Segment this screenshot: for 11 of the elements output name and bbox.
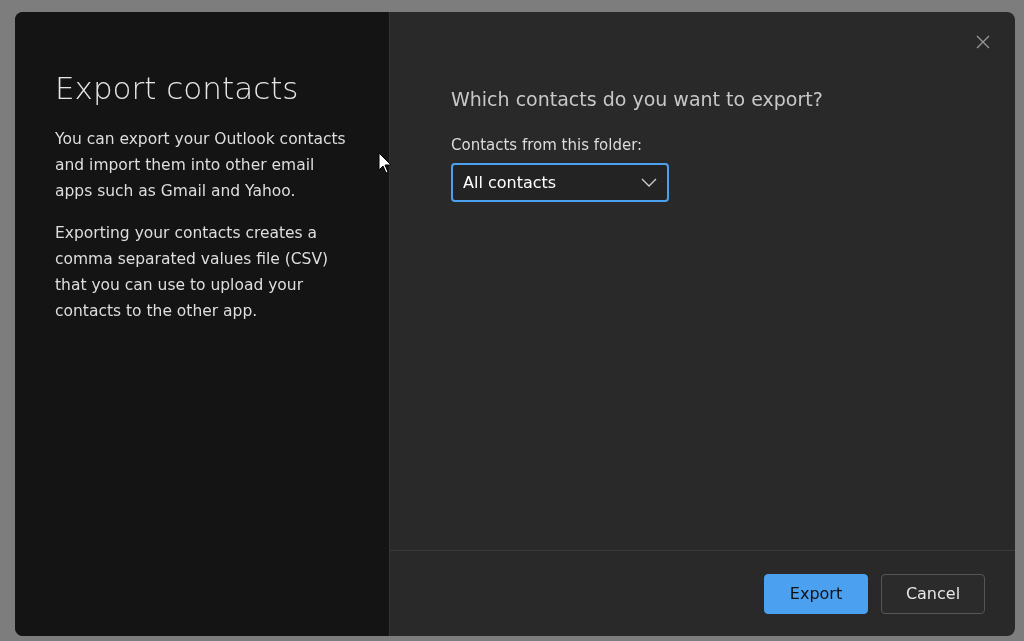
dialog-title: Export contacts <box>55 69 300 108</box>
close-icon <box>976 35 990 49</box>
mouse-pointer-icon <box>378 152 392 174</box>
cancel-button[interactable]: Cancel <box>881 573 985 614</box>
export-button[interactable]: Export <box>764 573 868 614</box>
description-text: Exporting your contacts creates a comma separated values file (CSV) that you can use to upload your contacts to the other app. <box>55 223 330 322</box>
description-text: You can export your Outlook contacts and import them into other email apps such as Gmail and Yahoo. <box>55 129 347 202</box>
folder-label: Contacts from this folder: <box>451 135 644 156</box>
folder-dropdown[interactable]: All contacts <box>451 163 669 202</box>
question-heading: Which contacts do you want to export? <box>451 87 824 112</box>
chevron-down-icon <box>641 178 657 187</box>
